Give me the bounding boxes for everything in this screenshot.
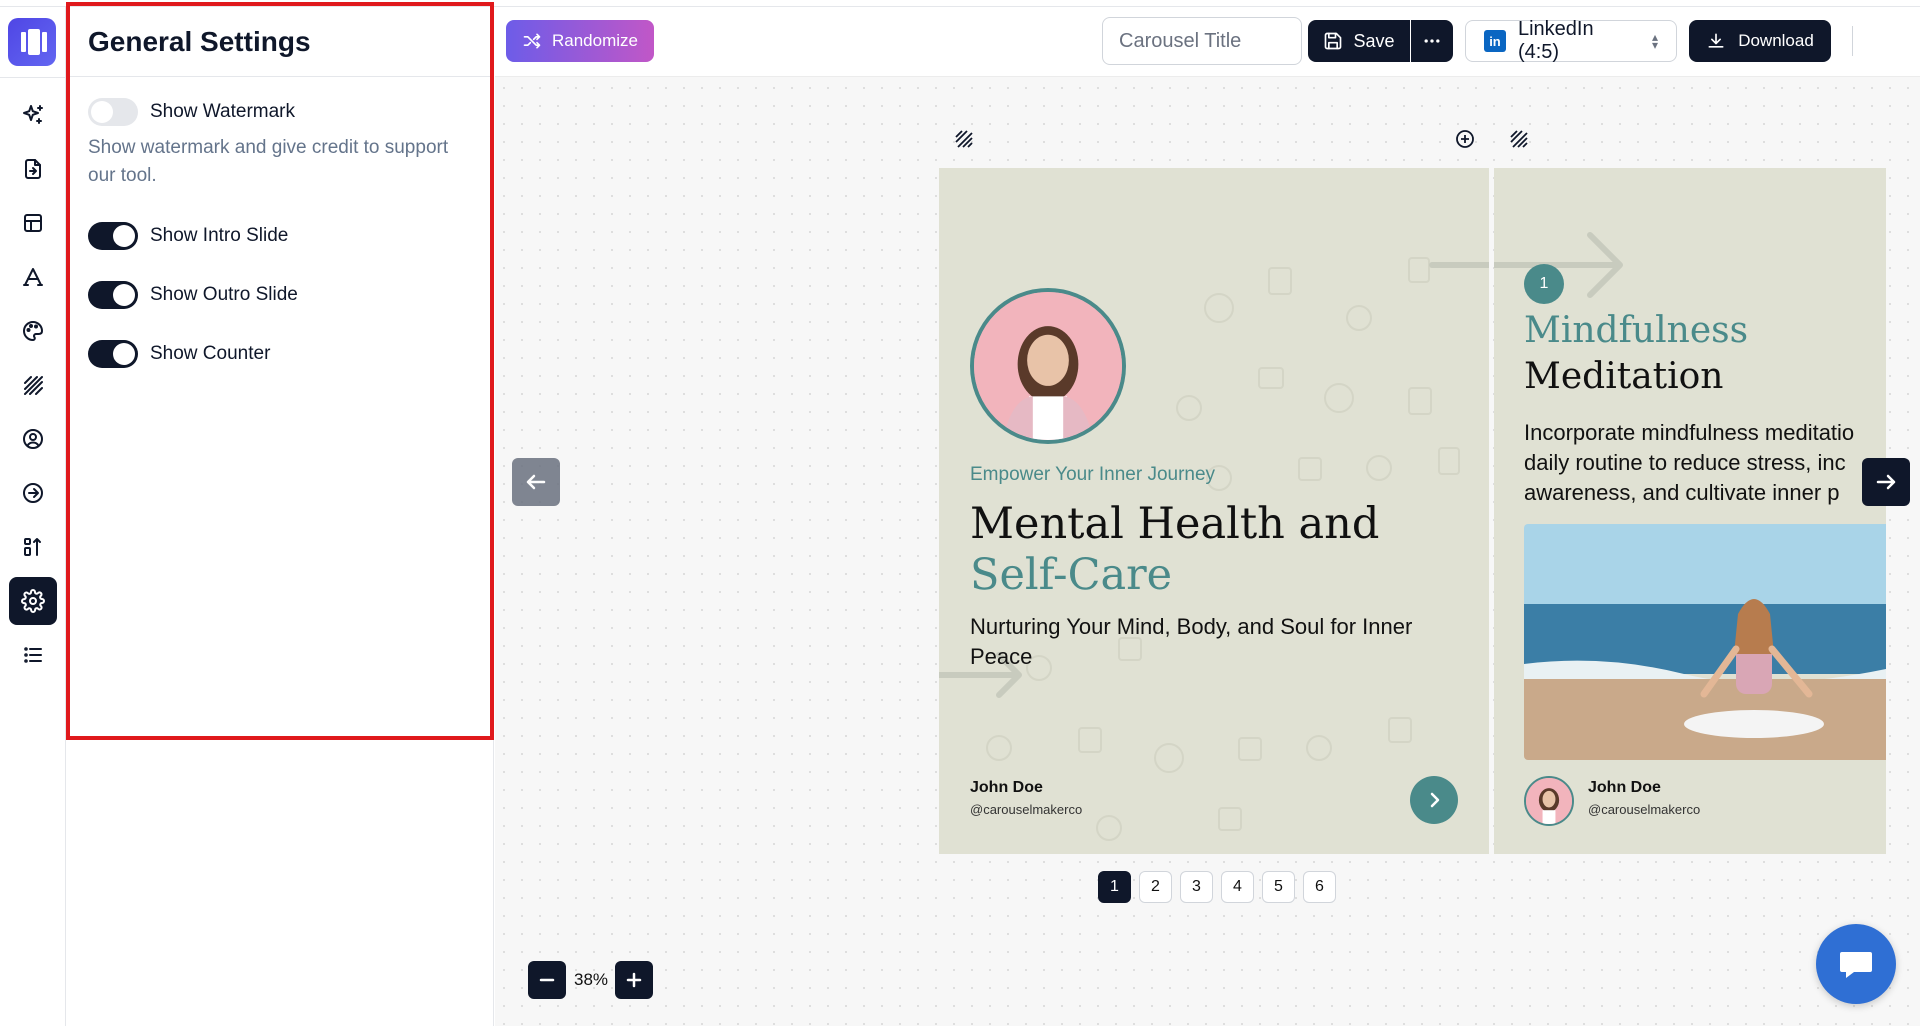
list-icon[interactable] [9, 631, 57, 679]
icon-rail [0, 7, 66, 1026]
randomize-label: Randomize [552, 31, 638, 50]
slide-next-circle [1410, 776, 1458, 824]
slide2-author-handle: @carouselmakerco [1588, 802, 1701, 817]
save-icon [1325, 32, 1342, 50]
minus-icon [539, 978, 555, 982]
rail-divider [0, 77, 66, 78]
add-slide-tool[interactable] [1455, 129, 1475, 149]
intro-title-accent: Self-Care [970, 550, 1173, 600]
previous-slide-button[interactable] [512, 458, 560, 506]
app-window: General Settings Show Watermark Show wat… [0, 0, 1920, 1026]
intro-title: Mental Health and [970, 499, 1380, 549]
format-label: LinkedIn (4:5) [1517, 18, 1594, 63]
linkedin-icon: in [1484, 30, 1506, 52]
author-photo-large [970, 288, 1126, 444]
chat-support-button[interactable] [1816, 924, 1896, 1004]
watermark-description: Show watermark and give credit to suppor… [88, 137, 449, 186]
intro-slide-label: Show Intro Slide [150, 225, 289, 246]
page-button[interactable]: 5 [1262, 871, 1295, 903]
page-button[interactable]: 2 [1139, 871, 1172, 903]
font-icon[interactable] [9, 253, 57, 301]
arrow-circle-icon[interactable] [9, 469, 57, 517]
zoom-level: 38% [573, 970, 609, 989]
app-logo[interactable] [8, 18, 56, 66]
settings-panel: General Settings Show Watermark Show wat… [66, 7, 494, 1026]
next-slide-button[interactable] [1862, 458, 1910, 506]
content-slide[interactable]: 1 Mindfulness Meditation Incorporate min… [1494, 168, 1886, 854]
ellipsis-icon [1424, 39, 1440, 43]
chevron-right-icon [1430, 792, 1440, 808]
zoom-in-button[interactable] [615, 961, 653, 999]
slide2-body-line: daily routine to reduce stress, inc [1524, 450, 1846, 475]
arrow-right-icon [1876, 474, 1896, 490]
slide2-pattern-tool[interactable] [1509, 129, 1529, 149]
file-import-icon[interactable] [9, 145, 57, 193]
intro-author-name: John Doe [970, 779, 1043, 796]
intro-subtitle: Nurturing Your Mind, Body, and Soul for … [970, 614, 1413, 669]
page-button[interactable]: 1 [1098, 871, 1131, 903]
counter-toggle[interactable] [88, 340, 138, 368]
more-options-button[interactable] [1411, 20, 1453, 62]
pattern-icon[interactable] [9, 361, 57, 409]
intro-slide[interactable]: Empower Your Inner Journey Mental Health… [939, 168, 1489, 854]
download-label: Download [1738, 31, 1814, 50]
setting-show-counter: Show Counter [88, 340, 270, 368]
randomize-button[interactable]: Randomize [506, 20, 654, 62]
slide2-body: Incorporate mindfulness meditatio daily … [1524, 418, 1886, 508]
counter-label: Show Counter [150, 343, 271, 364]
pattern-icon [955, 130, 973, 148]
setting-show-outro-slide: Show Outro Slide [88, 281, 298, 309]
download-button[interactable]: Download [1689, 20, 1831, 62]
pattern-icon [1510, 130, 1528, 148]
chevron-up-down-icon: ▴ ▾ [1651, 30, 1658, 52]
intro-slide-toggle[interactable] [88, 222, 138, 250]
watermark-label: Show Watermark [150, 101, 295, 122]
page-button[interactable]: 3 [1180, 871, 1213, 903]
settings-panel-title: General Settings [88, 26, 311, 57]
watermark-toggle[interactable] [88, 98, 138, 126]
carousel-title-input[interactable] [1102, 17, 1302, 65]
sparkles-icon[interactable] [9, 91, 57, 139]
intro-tagline: Empower Your Inner Journey [970, 464, 1216, 485]
layout-icon[interactable] [9, 199, 57, 247]
toolbar-divider [1852, 26, 1853, 56]
save-label: Save [1353, 30, 1395, 51]
setting-show-watermark: Show Watermark [88, 98, 295, 126]
top-border [0, 0, 1920, 7]
sort-icon[interactable] [9, 523, 57, 571]
page-button[interactable]: 4 [1221, 871, 1254, 903]
slide2-author-name: John Doe [1588, 779, 1661, 796]
slide1-pattern-tool[interactable] [954, 129, 974, 149]
arrow-left-icon [526, 474, 546, 490]
plus-circle-icon [1456, 130, 1474, 148]
zoom-out-button[interactable] [528, 961, 566, 999]
meditation-photo [1524, 524, 1886, 760]
page-button[interactable]: 6 [1303, 871, 1336, 903]
plus-icon [626, 972, 642, 988]
outro-slide-toggle[interactable] [88, 281, 138, 309]
slide-pager: 1 2 3 4 5 6 [1098, 871, 1336, 903]
user-circle-icon[interactable] [9, 415, 57, 463]
save-button[interactable]: Save [1308, 20, 1410, 62]
setting-show-intro-slide: Show Intro Slide [88, 222, 288, 250]
shuffle-icon [523, 33, 541, 49]
download-icon [1708, 33, 1724, 48]
chat-bubble-icon [1840, 952, 1872, 978]
slide2-body-line: Incorporate mindfulness meditatio [1524, 420, 1855, 445]
slide2-body-line: awareness, and cultivate inner p [1524, 480, 1840, 505]
outro-slide-label: Show Outro Slide [150, 284, 298, 305]
slide2-title-line2: Meditation [1524, 356, 1724, 397]
gear-icon[interactable] [9, 577, 57, 625]
slide2-title-line1: Mindfulness [1524, 310, 1749, 351]
format-select[interactable]: in LinkedIn (4:5) ▴ ▾ [1465, 18, 1677, 63]
intro-author-handle: @carouselmakerco [970, 802, 1083, 817]
settings-panel-header: General Settings [66, 7, 493, 77]
palette-icon[interactable] [9, 307, 57, 355]
author-photo-small [1524, 776, 1574, 826]
slide-counter-badge: 1 [1524, 264, 1564, 304]
